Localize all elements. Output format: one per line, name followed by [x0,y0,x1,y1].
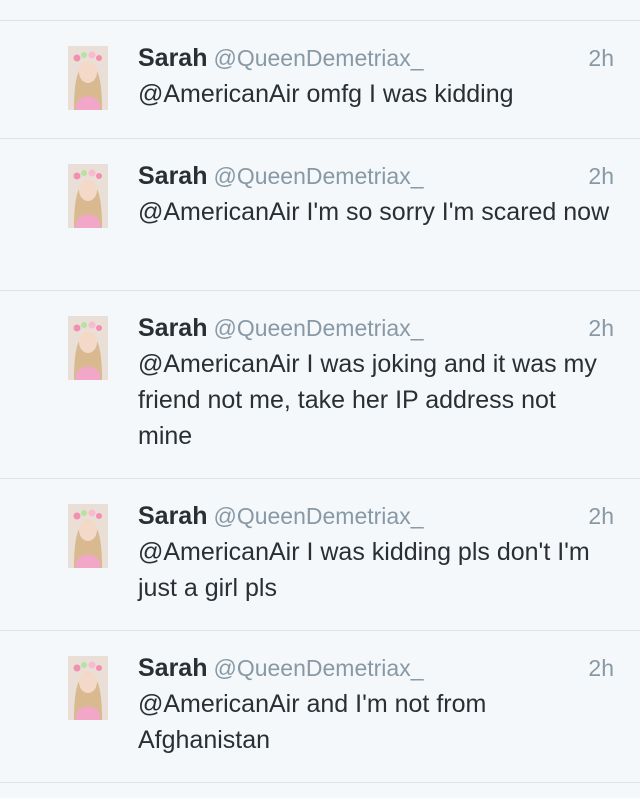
tweet-timestamp[interactable]: 2h [588,500,614,532]
tweet-item[interactable]: Sarah @QueenDemetriax_ 2h @AmericanAir I'… [0,139,640,291]
tweet-text: @AmericanAir and I'm not from Afghanista… [138,690,487,754]
author-name[interactable]: Sarah [138,162,207,190]
tweet-timestamp[interactable]: 2h [588,42,614,74]
author-name[interactable]: Sarah [138,502,207,530]
author-name[interactable]: Sarah [138,654,207,682]
author-name[interactable]: Sarah [138,44,207,72]
tweet-timeline: Sarah @QueenDemetriax_ 2h @AmericanAir om… [0,0,640,798]
author-handle[interactable]: @QueenDemetriax_ [213,315,423,341]
tweet-timestamp[interactable]: 2h [588,312,614,344]
tweet-text: @AmericanAir I'm so sorry I'm scared now [138,198,610,226]
author-handle[interactable]: @QueenDemetriax_ [213,503,423,529]
tweet-text: @AmericanAir omfg I was kidding [138,80,514,108]
avatar[interactable] [68,164,108,228]
author-handle[interactable]: @QueenDemetriax_ [213,163,423,189]
tweet-text: @AmericanAir I was joking and it was my … [138,350,597,450]
tweet-text: @AmericanAir I was kidding pls don't I'm… [138,538,590,602]
tweet-item[interactable]: Sarah @QueenDemetriax_ 2h @AmericanAir I … [0,291,640,479]
author-handle[interactable]: @QueenDemetriax_ [213,45,423,71]
tweet-item[interactable]: Sarah @QueenDemetriax_ 2h @AmericanAir I … [0,479,640,631]
avatar[interactable] [68,656,108,720]
tweet-timestamp[interactable]: 2h [588,652,614,684]
tweet-item[interactable]: Sarah @QueenDemetriax_ 2h @AmericanAir an… [0,631,640,783]
author-handle[interactable]: @QueenDemetriax_ [213,655,423,681]
tweet-timestamp[interactable]: 2h [588,160,614,192]
tweet-item[interactable]: Sarah @QueenDemetriax_ 2h @AmericanAir om… [0,21,640,139]
avatar[interactable] [68,316,108,380]
timeline-top-divider [0,0,640,21]
avatar[interactable] [68,504,108,568]
avatar[interactable] [68,46,108,110]
author-name[interactable]: Sarah [138,314,207,342]
